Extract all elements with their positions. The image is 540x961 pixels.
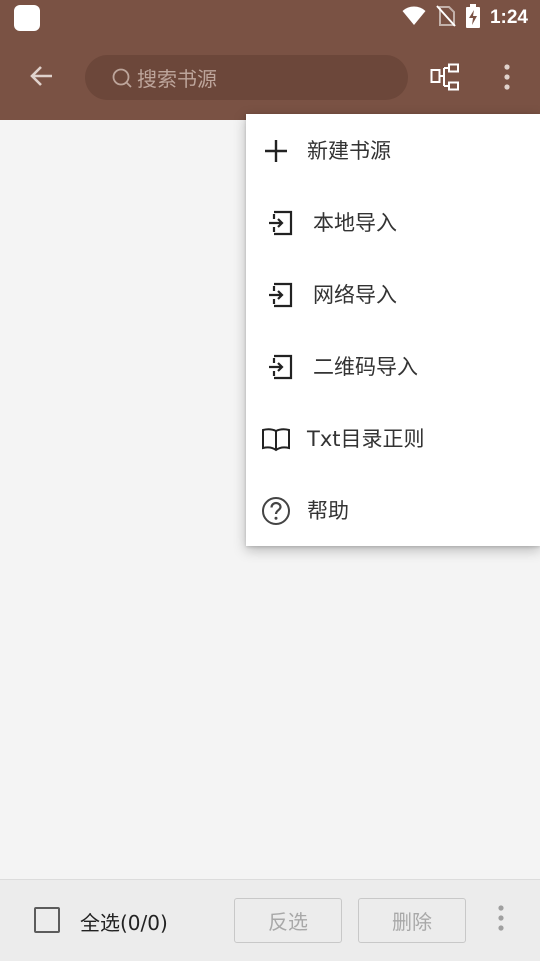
more-vert-icon xyxy=(503,64,511,94)
overflow-menu: 新建书源 本地导入 网络导入 二维码导入 Txt目录正则 帮助 xyxy=(246,114,540,546)
menu-label: 网络导入 xyxy=(313,283,397,307)
wifi-icon xyxy=(402,6,426,30)
arrow-left-icon xyxy=(28,62,56,94)
menu-item-network-import[interactable]: 网络导入 xyxy=(246,258,540,330)
battery-charging-icon xyxy=(465,4,480,32)
search-placeholder: 搜索书源 xyxy=(137,67,217,91)
bottom-more-button[interactable] xyxy=(488,902,514,938)
search-input[interactable]: 搜索书源 xyxy=(85,55,408,100)
invert-selection-button[interactable]: 反选 xyxy=(234,898,342,943)
group-button[interactable] xyxy=(424,58,466,100)
status-time: 1:24 xyxy=(489,7,528,28)
menu-label: 本地导入 xyxy=(313,211,397,235)
import-icon xyxy=(264,208,296,238)
import-icon xyxy=(264,280,296,310)
toolbar: 搜索书源 xyxy=(0,36,540,120)
menu-item-txt-toc-regex[interactable]: Txt目录正则 xyxy=(246,402,540,474)
import-icon xyxy=(264,352,296,382)
back-button[interactable] xyxy=(22,58,62,98)
menu-item-new-source[interactable]: 新建书源 xyxy=(246,114,540,186)
search-icon xyxy=(111,67,133,89)
menu-label: Txt目录正则 xyxy=(307,427,425,451)
status-bar: 1:24 xyxy=(0,0,540,36)
status-indicators: 1:24 xyxy=(402,0,528,36)
menu-item-qrcode-import[interactable]: 二维码导入 xyxy=(246,330,540,402)
menu-item-help[interactable]: 帮助 xyxy=(246,474,540,546)
select-all-checkbox[interactable] xyxy=(34,907,60,933)
app-icon xyxy=(14,5,40,31)
no-sim-icon xyxy=(436,5,456,31)
menu-label: 帮助 xyxy=(307,499,349,523)
group-icon xyxy=(430,63,460,95)
menu-item-local-import[interactable]: 本地导入 xyxy=(246,186,540,258)
select-all-label[interactable]: 全选(0/0) xyxy=(80,907,168,936)
more-options-button[interactable] xyxy=(488,58,526,100)
book-icon xyxy=(260,424,292,454)
delete-button[interactable]: 删除 xyxy=(358,898,466,943)
menu-label: 二维码导入 xyxy=(313,355,418,379)
help-icon xyxy=(260,496,292,526)
bottom-action-bar: 全选(0/0) 反选 删除 xyxy=(0,879,540,961)
plus-icon xyxy=(260,136,292,166)
more-vert-icon xyxy=(497,905,505,935)
menu-label: 新建书源 xyxy=(307,139,391,163)
